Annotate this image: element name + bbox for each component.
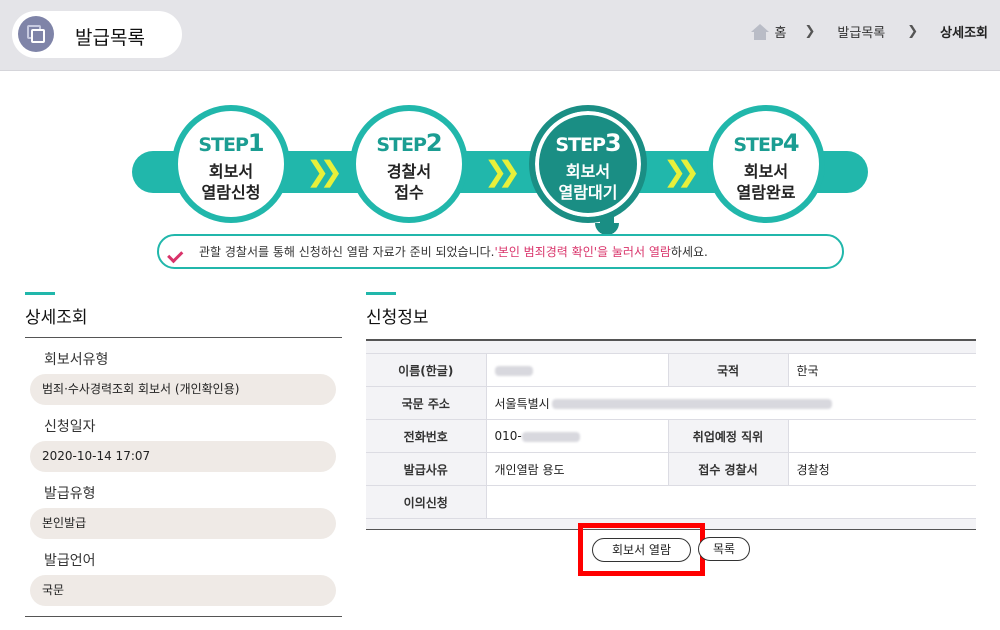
- table-row: 이의신청: [366, 485, 976, 519]
- detail-title: 상세조회: [25, 303, 342, 338]
- step-4: STEP4 회보서 열람완료: [707, 105, 825, 223]
- breadcrumb-home[interactable]: 홈: [750, 22, 787, 41]
- redacted-address: [551, 399, 832, 409]
- redacted-phone: [521, 431, 580, 442]
- chevron-right-icon: ❯: [804, 24, 816, 39]
- notice-message: 관할 경찰서를 통해 신청하신 열람 자료가 준비 되었습니다. '본인 범죄경력…: [157, 234, 844, 269]
- check-icon: [175, 245, 193, 259]
- list-icon: [18, 16, 54, 52]
- page-title: 발급목록: [75, 27, 145, 49]
- field-request-date: 신청일자 2020-10-14 17:07: [25, 417, 342, 472]
- field-issue-type: 발급유형 본인발급: [25, 484, 342, 539]
- table-row: 전화번호 010- 취업예정 직위: [366, 419, 976, 453]
- chevron-right-icon: ❯❯: [663, 155, 700, 188]
- table-row: 국문 주소 서울특별시: [366, 386, 976, 420]
- chevron-right-icon: ❯: [907, 24, 919, 39]
- info-table: 이름(한글) 국적 한국 국문 주소 서울특별시 전화번호 010- 취업예정 …: [366, 353, 976, 519]
- breadcrumb: 홈 ❯ 발급목록 ❯ 상세조회: [750, 22, 988, 41]
- list-button[interactable]: 목록: [698, 537, 750, 561]
- open-report-button[interactable]: 회보서 열람: [592, 538, 691, 562]
- table-row: 발급사유 개인열람 용도 접수 경찰서 경찰청: [366, 452, 976, 486]
- home-icon: [750, 23, 769, 40]
- info-title: 신청정보: [366, 308, 429, 328]
- action-buttons: 회보서 열람: [578, 523, 705, 576]
- page-title-pill: 발급목록: [12, 11, 182, 58]
- breadcrumb-current: 상세조회: [940, 26, 988, 41]
- info-table-wrap: 이름(한글) 국적 한국 국문 주소 서울특별시 전화번호 010- 취업예정 …: [366, 339, 976, 530]
- chevron-right-icon: ❯❯: [306, 155, 343, 188]
- top-bar: 발급목록 홈 ❯ 발급목록 ❯ 상세조회: [0, 0, 1000, 71]
- step-1: STEP1 회보서 열람신청: [172, 105, 290, 223]
- redacted-name: [494, 365, 533, 376]
- field-report-type: 회보서유형 범죄·수사경력조회 회보서 (개인확인용): [25, 350, 342, 405]
- breadcrumb-issue-list[interactable]: 발급목록: [837, 22, 885, 41]
- step-3: STEP3 회보서 열람대기: [529, 105, 647, 223]
- application-info-panel: 신청정보 이름(한글) 국적 한국 국문 주소 서울특별시 전화번호 010- …: [366, 292, 976, 530]
- detail-panel: 상세조회 회보서유형 범죄·수사경력조회 회보서 (개인확인용) 신청일자 20…: [25, 292, 342, 617]
- field-issue-language: 발급언어 국문: [25, 551, 342, 606]
- step-2: STEP2 경찰서 접수: [350, 105, 468, 223]
- table-row: 이름(한글) 국적 한국: [366, 353, 976, 387]
- highlight-box: 회보서 열람: [578, 523, 705, 576]
- chevron-right-icon: ❯❯: [484, 155, 521, 188]
